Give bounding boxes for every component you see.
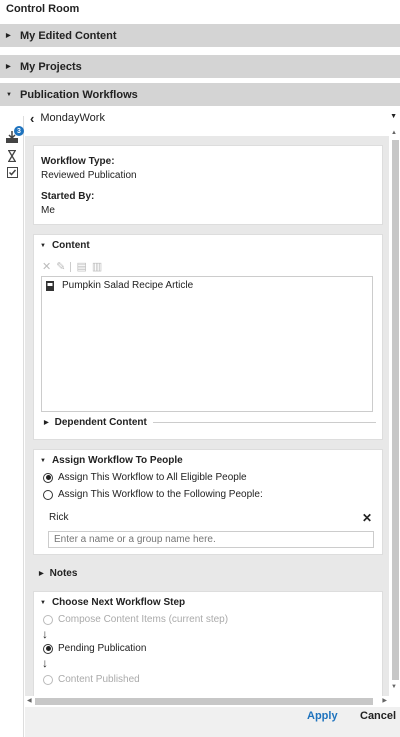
- workflow-sidebar: [0, 116, 24, 737]
- expand-right-icon: ▶: [6, 33, 11, 39]
- breadcrumb-label: MondayWork: [40, 112, 105, 124]
- scroll-down-icon[interactable]: ▼: [391, 684, 397, 690]
- step-label: Compose Content Items (current step): [58, 614, 229, 625]
- collapse-down-icon: ▼: [40, 457, 46, 464]
- section-title: Assign Workflow To People: [51, 455, 183, 466]
- radio-selected[interactable]: [43, 643, 53, 654]
- scroll-left-icon[interactable]: ◀: [27, 697, 32, 704]
- collapse-down-icon: ▼: [40, 599, 46, 606]
- started-by-value: Me: [41, 205, 55, 216]
- divider: [152, 422, 376, 423]
- edit-icon[interactable]: ✎: [56, 260, 65, 273]
- option-label: Assign This Workflow to All Eligible Peo…: [58, 472, 247, 483]
- step-option: Content Published: [43, 674, 140, 685]
- content-toolbar: ✕ ✎ ▤ ▥: [42, 260, 102, 273]
- notification-badge: 3: [14, 126, 24, 136]
- radio-selected[interactable]: [43, 472, 53, 483]
- radio-disabled: [43, 614, 53, 625]
- article-icon: [46, 280, 54, 291]
- scrollbar-thumb[interactable]: [35, 698, 373, 705]
- option-label: Assign This Workflow to the Following Pe…: [58, 489, 263, 500]
- horizontal-scrollbar[interactable]: ◀ ▶: [25, 696, 389, 707]
- assigned-person: Rick: [49, 512, 69, 523]
- assign-all-option[interactable]: Assign This Workflow to All Eligible Peo…: [43, 472, 247, 483]
- breadcrumb[interactable]: ‹ MondayWork: [30, 111, 105, 125]
- remove-person-icon[interactable]: ✕: [362, 511, 372, 525]
- accordion-label: Publication Workflows: [20, 88, 138, 101]
- workflow-type-label: Workflow Type:: [41, 156, 115, 167]
- next-step-card: ▼ Choose Next Workflow Step Compose Cont…: [33, 591, 383, 696]
- accordion-label: My Edited Content: [20, 29, 117, 42]
- section-title: Notes: [49, 568, 78, 579]
- cancel-button[interactable]: Cancel: [360, 710, 396, 722]
- list-item[interactable]: Pumpkin Salad Recipe Article: [42, 277, 372, 294]
- step-label: Pending Publication: [58, 643, 147, 654]
- assign-card: ▼ Assign Workflow To People Assign This …: [33, 449, 383, 555]
- dependent-content-header[interactable]: ▶ Dependent Content: [44, 417, 376, 428]
- section-title: Content: [51, 240, 90, 251]
- accordion-label: My Projects: [20, 60, 82, 73]
- hourglass-icon[interactable]: [6, 150, 18, 162]
- arrow-down-icon: ↓: [42, 656, 48, 670]
- content-card: ▼ Content ✕ ✎ ▤ ▥ Pumpkin Salad Recipe A…: [33, 234, 383, 440]
- expand-right-icon: ▶: [39, 571, 44, 577]
- content-item-title: Pumpkin Salad Recipe Article: [62, 280, 194, 291]
- scroll-up-icon[interactable]: ▲: [391, 130, 397, 136]
- step-option: Compose Content Items (current step): [43, 614, 228, 625]
- step-label: Content Published: [58, 674, 140, 685]
- expand-right-icon: ▶: [44, 420, 49, 426]
- copy-icon[interactable]: ▤: [76, 260, 86, 273]
- next-step-section-header[interactable]: ▼ Choose Next Workflow Step: [40, 597, 185, 608]
- accordion-publication-workflows[interactable]: ▼ Publication Workflows: [0, 83, 400, 107]
- notes-section-header[interactable]: ▶ Notes: [39, 568, 77, 579]
- step-option[interactable]: Pending Publication: [43, 643, 146, 654]
- dropdown-caret-icon[interactable]: ▼: [390, 113, 397, 120]
- section-title: Dependent Content: [54, 417, 147, 428]
- workflow-info-card: Workflow Type: Reviewed Publication Star…: [33, 145, 383, 225]
- content-section-header[interactable]: ▼ Content: [40, 240, 90, 251]
- dialog-footer: [25, 707, 400, 737]
- people-search-input[interactable]: [48, 531, 374, 548]
- accordion-my-edited-content[interactable]: ▶ My Edited Content: [0, 24, 400, 48]
- collapse-down-icon: ▼: [6, 91, 12, 98]
- started-by-label: Started By:: [41, 191, 95, 202]
- expand-right-icon: ▶: [6, 64, 11, 70]
- scroll-right-icon[interactable]: ▶: [382, 697, 387, 704]
- back-chevron-icon[interactable]: ‹: [30, 112, 34, 125]
- vertical-scrollbar[interactable]: ▲ ▼: [390, 128, 400, 696]
- apply-button[interactable]: Apply: [307, 710, 338, 722]
- assign-following-option[interactable]: Assign This Workflow to the Following Pe…: [43, 489, 263, 500]
- toolbar-divider: [70, 261, 72, 272]
- accordion-my-projects[interactable]: ▶ My Projects: [0, 55, 400, 79]
- radio-disabled: [43, 674, 53, 685]
- radio-unselected[interactable]: [43, 489, 53, 500]
- workflow-type-value: Reviewed Publication: [41, 170, 137, 181]
- panel-title: Control Room: [6, 3, 80, 15]
- arrow-down-icon: ↓: [42, 627, 48, 641]
- checkbox-icon[interactable]: [6, 166, 18, 178]
- assign-section-header[interactable]: ▼ Assign Workflow To People: [40, 455, 183, 466]
- content-list: Pumpkin Salad Recipe Article: [41, 276, 373, 412]
- paste-icon[interactable]: ▥: [92, 260, 102, 273]
- close-icon[interactable]: ✕: [42, 260, 51, 273]
- collapse-down-icon: ▼: [40, 242, 46, 249]
- scrollbar-thumb[interactable]: [392, 140, 399, 680]
- section-title: Choose Next Workflow Step: [51, 597, 186, 608]
